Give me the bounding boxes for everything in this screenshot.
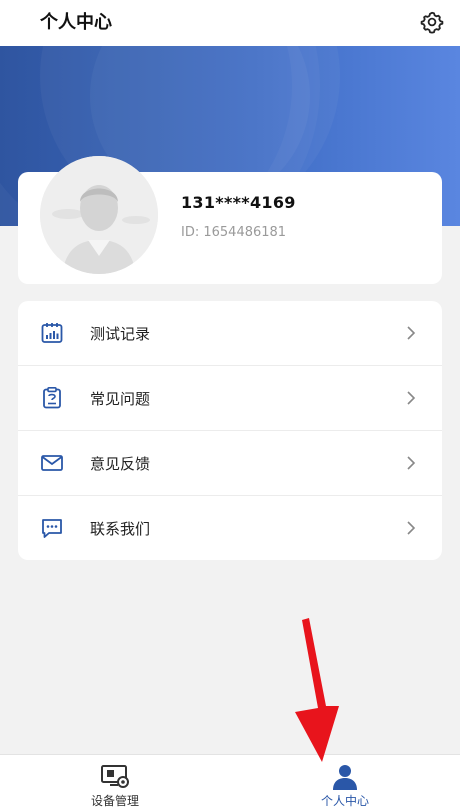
menu-item-label: 测试记录 xyxy=(90,325,151,343)
user-id: ID: 1654486181 xyxy=(181,225,287,240)
nav-tab-device-management[interactable]: 设备管理 xyxy=(0,755,230,810)
profile-card[interactable]: 131****4169 ID: 1654486181 xyxy=(18,156,442,284)
mail-icon xyxy=(41,455,63,471)
default-avatar-icon xyxy=(40,156,158,274)
menu-item-label: 联系我们 xyxy=(90,520,151,538)
nav-tab-personal-center[interactable]: 个人中心 xyxy=(230,755,460,810)
nav-tab-label: 设备管理 xyxy=(90,794,139,808)
menu-card: 测试记录 常见问题 意见反馈 联系我们 xyxy=(18,301,442,560)
test-record-icon xyxy=(41,323,63,343)
avatar[interactable] xyxy=(40,156,158,274)
bottom-nav: 设备管理 个人中心 xyxy=(0,754,460,810)
chevron-right-icon xyxy=(407,326,416,340)
top-bar: 个人中心 xyxy=(0,0,460,46)
chevron-right-icon xyxy=(407,521,416,535)
chat-icon xyxy=(42,519,62,538)
menu-item-feedback[interactable]: 意见反馈 xyxy=(18,431,442,496)
page-title: 个人中心 xyxy=(40,12,112,33)
menu-item-label: 意见反馈 xyxy=(90,455,151,473)
menu-item-test-record[interactable]: 测试记录 xyxy=(18,301,442,366)
phone-number: 131****4169 xyxy=(181,193,296,212)
device-management-icon xyxy=(101,765,129,788)
menu-item-contact[interactable]: 联系我们 xyxy=(18,496,442,561)
nav-tab-label: 个人中心 xyxy=(320,794,369,808)
gear-icon[interactable] xyxy=(420,10,444,34)
person-icon xyxy=(333,765,357,790)
faq-icon xyxy=(43,386,61,409)
chevron-right-icon xyxy=(407,456,416,470)
menu-item-faq[interactable]: 常见问题 xyxy=(18,366,442,431)
chevron-right-icon xyxy=(407,391,416,405)
menu-item-label: 常见问题 xyxy=(90,390,151,408)
